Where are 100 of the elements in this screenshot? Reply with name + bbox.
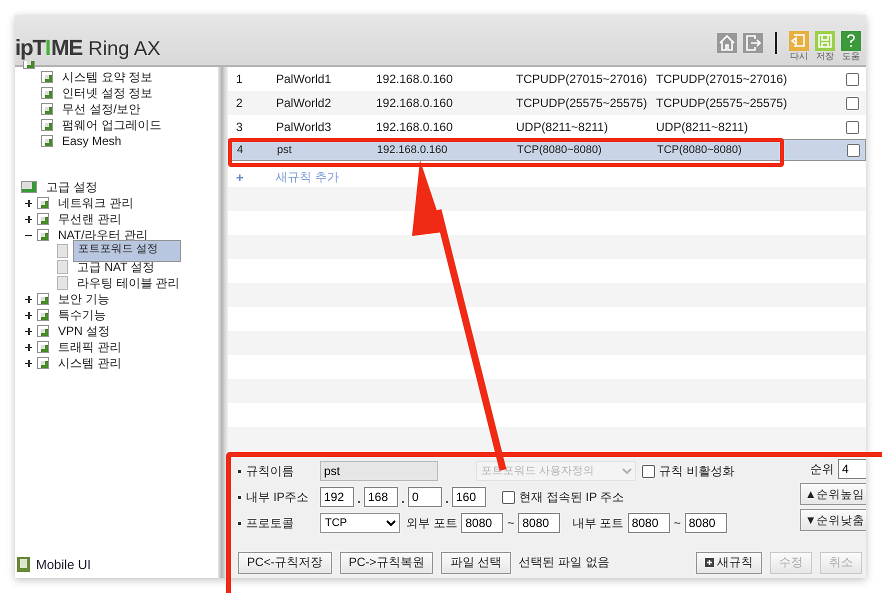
table-cell-text: pst bbox=[277, 144, 293, 156]
page-icon bbox=[41, 103, 53, 115]
add-icon[interactable]: + bbox=[236, 170, 244, 184]
table-cell-text: TCP(8080~8080) bbox=[517, 144, 603, 156]
page-icon bbox=[41, 135, 53, 147]
logo: ipTIME Ring AX bbox=[15, 37, 161, 59]
file-select-button[interactable]: 파일 선택 bbox=[441, 552, 511, 574]
expand-icon[interactable] bbox=[25, 216, 32, 222]
tree-item[interactable]: 포트포워드 설정 bbox=[73, 240, 181, 262]
table-cell-text: 1 bbox=[236, 72, 244, 86]
checkbox[interactable] bbox=[502, 490, 515, 504]
field-label: 순위 bbox=[810, 460, 834, 478]
port-field[interactable]: 8080 bbox=[684, 513, 727, 533]
ip-octet-field[interactable]: 160 bbox=[452, 487, 486, 507]
folder-icon bbox=[37, 197, 49, 209]
table-cell-text: 3 bbox=[236, 120, 244, 134]
page-icon bbox=[57, 244, 68, 258]
row-checkbox[interactable] bbox=[846, 96, 859, 110]
page-icon bbox=[57, 260, 68, 274]
folder-icon bbox=[37, 341, 49, 353]
bullet-icon bbox=[238, 470, 241, 472]
tree-item[interactable]: 특수기능 bbox=[54, 308, 110, 322]
expand-icon[interactable] bbox=[25, 360, 32, 366]
tree-item[interactable]: VPN 설정 bbox=[54, 324, 114, 338]
table-row[interactable]: 2 PalWorld2 192.168.0.160 TCPUDP(25575~25575) TCPUDP(25575~25575) bbox=[228, 91, 866, 115]
page-icon bbox=[57, 276, 68, 290]
folder-icon bbox=[37, 229, 49, 241]
checkbox-label: 규칙 비활성화 bbox=[659, 462, 734, 480]
folder-icon bbox=[37, 325, 49, 337]
port-field[interactable]: 8080 bbox=[518, 513, 560, 533]
expand-icon[interactable] bbox=[25, 344, 32, 350]
table-cell-text: 192.168.0.160 bbox=[376, 96, 454, 110]
folder-icon bbox=[37, 309, 49, 321]
tree-item[interactable]: 펌웨어 업그레이드 bbox=[58, 118, 166, 132]
tree-item[interactable]: 라우팅 테이블 관리 bbox=[73, 276, 184, 290]
ip-octet-field[interactable]: 168 bbox=[364, 487, 398, 507]
range-separator: ~ bbox=[674, 516, 681, 530]
lower-priority-button[interactable]: ▼순위낮춤 bbox=[800, 509, 866, 531]
table-cell-text: UDP(8211~8211) bbox=[516, 120, 609, 134]
table-cell-text: TCPUDP(25575~25575) bbox=[516, 96, 648, 110]
ip-octet-field[interactable]: 192 bbox=[320, 487, 354, 507]
table-cell-text: 2 bbox=[236, 96, 244, 110]
priority-field[interactable]: 4 bbox=[838, 459, 866, 479]
checkbox[interactable] bbox=[642, 464, 655, 478]
logout-icon[interactable] bbox=[743, 33, 763, 53]
range-separator: ~ bbox=[507, 516, 514, 530]
tree-item[interactable]: 고급 NAT 설정 bbox=[73, 260, 159, 274]
checkbox-label: 현재 접속된 IP 주소 bbox=[519, 488, 624, 506]
raise-priority-button[interactable]: ▲순위높임 bbox=[800, 483, 866, 505]
folder-icon bbox=[37, 293, 49, 305]
table-cell-text: 192.168.0.160 bbox=[376, 120, 454, 134]
tree-item[interactable]: 네트워크 관리 bbox=[54, 196, 138, 210]
rule-name-field[interactable]: pst bbox=[320, 461, 438, 481]
ip-octet-field[interactable]: 0 bbox=[408, 487, 442, 507]
tree-item[interactable]: 고급 설정 bbox=[42, 180, 102, 194]
table-cell-text: 192.168.0.160 bbox=[376, 72, 454, 86]
expand-icon[interactable] bbox=[25, 328, 32, 334]
folder-icon bbox=[37, 357, 49, 369]
home-icon[interactable] bbox=[717, 33, 737, 53]
backup-button[interactable]: PC<-규칙저장 bbox=[238, 552, 332, 574]
tree-item[interactable]: Easy Mesh bbox=[58, 134, 126, 148]
save-button[interactable]: 저장 bbox=[815, 31, 835, 61]
phone-icon bbox=[17, 557, 30, 572]
splitter[interactable] bbox=[218, 67, 228, 578]
table-cell-text: PalWorld3 bbox=[276, 120, 332, 134]
bullet-icon bbox=[238, 522, 241, 524]
form-button[interactable]: 새규칙 bbox=[696, 552, 762, 574]
table-cell-text: PalWorld2 bbox=[276, 96, 332, 110]
table-cell-text: TCPUDP(27015~27016) bbox=[516, 72, 648, 86]
tree-item[interactable]: 시스템 요약 정보 bbox=[58, 70, 157, 84]
tree-item[interactable]: 시스템 관리 bbox=[54, 356, 126, 370]
tree-item[interactable]: 무선랜 관리 bbox=[54, 212, 126, 226]
table-cell-text: TCPUDP(27015~27016) bbox=[656, 72, 788, 86]
expand-icon[interactable] bbox=[25, 296, 32, 302]
port-field[interactable]: 8080 bbox=[628, 513, 670, 533]
expand-icon[interactable] bbox=[25, 312, 32, 318]
tree-item[interactable]: 트래픽 관리 bbox=[54, 340, 126, 354]
row-checkbox[interactable] bbox=[846, 72, 859, 86]
field-label: 규칙이름 bbox=[246, 462, 295, 480]
table-cell-text: 192.168.0.160 bbox=[377, 144, 448, 156]
row-checkbox[interactable] bbox=[846, 120, 859, 134]
page-icon bbox=[41, 119, 53, 131]
undo-button[interactable]: 다시 bbox=[789, 31, 809, 61]
table-row[interactable]: 3 PalWorld3 192.168.0.160 UDP(8211~8211) UDP(8211~8211) bbox=[228, 115, 866, 139]
help-button[interactable]: 도움 bbox=[841, 31, 861, 61]
expand-icon[interactable] bbox=[25, 200, 32, 206]
table-row[interactable]: 1 PalWorld1 192.168.0.160 TCPUDP(27015~27016) TCPUDP(27015~27016) bbox=[228, 67, 866, 91]
tree-item[interactable]: 무선 설정/보안 bbox=[58, 102, 145, 116]
table-cell-text: TCP(8080~8080) bbox=[657, 144, 743, 156]
file-status: 선택된 파일 없음 bbox=[518, 554, 610, 572]
page-icon bbox=[41, 71, 53, 83]
tree-item[interactable]: 인터넷 설정 정보 bbox=[58, 86, 157, 100]
row-checkbox[interactable] bbox=[847, 144, 860, 156]
protocol-dropdown[interactable]: TCP bbox=[320, 513, 400, 533]
restore-button[interactable]: PC->규칙복원 bbox=[340, 552, 434, 574]
port-field[interactable]: 8080 bbox=[461, 513, 504, 533]
mobile-ui-link[interactable]: Mobile UI bbox=[36, 557, 91, 572]
folder-icon bbox=[37, 213, 49, 225]
field-label: 프로토콜 bbox=[246, 514, 295, 532]
tree-item[interactable]: 보안 기능 bbox=[54, 292, 114, 306]
